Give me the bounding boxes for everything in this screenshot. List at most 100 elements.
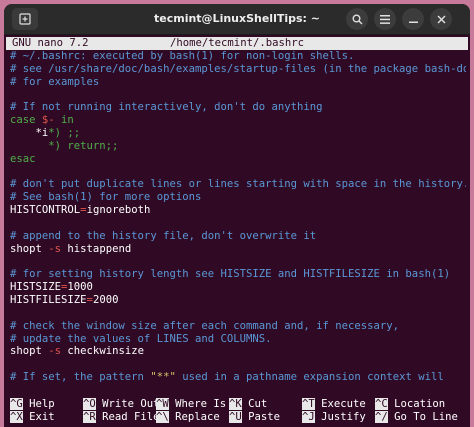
shortcut-key: ^/ [375,411,388,423]
shortcut-label: Exit [22,411,55,423]
shortcut-go-to-line[interactable]: ^/ Go To Line [375,411,458,424]
code-token: * [10,127,42,140]
code-token: used in a pathname expansion context wil… [175,371,444,384]
code-token: HISTSIZE [10,281,62,294]
editor-line: HISTCONTROL=ignoreboth [10,204,466,217]
shortcut-exit[interactable]: ^X Exit [10,411,55,424]
shortcut-replace[interactable]: ^\ Replace [156,411,220,424]
terminal-area[interactable]: GNU nano 7.2 /home/tecmint/.bashrc # ~/.… [4,35,470,427]
close-button[interactable] [430,8,452,30]
shortcut-label: Location [387,398,446,410]
shortcut-justify[interactable]: ^J Justify [302,411,366,424]
shortcut-key: ^\ [156,411,169,423]
code-token: "**" [150,371,176,384]
code-token: shopt [10,345,49,358]
shortcut-bar: ^G Help ^O Write Out ^W Where Is ^K Cut ^T E… [10,398,470,424]
hamburger-menu-icon [380,14,390,24]
code-token: -s [48,242,62,255]
code-token: esac [10,152,36,165]
code-token: # see /usr/share/doc/bash/examples/start… [10,62,466,75]
minimize-icon [408,21,418,23]
shortcut-label: Read File [95,411,160,423]
menu-button[interactable] [374,8,396,30]
shortcut-help[interactable]: ^G Help [10,398,55,411]
code-token: case [10,114,42,127]
shortcut-location[interactable]: ^C Location [375,398,445,411]
code-token: # If set, the pattern [10,371,151,384]
shortcut-key: ^O [83,398,96,410]
editor-line: HISTSIZE=1000 [10,281,466,294]
title-bar: tecmint@LinuxShellTips: ~ [4,4,470,35]
code-token: # See bash(1) for more options [10,191,202,204]
search-button[interactable] [346,8,368,30]
shortcut-label: Replace [168,411,220,423]
file-path: /home/tecmint/.bashrc [170,37,304,49]
shortcut-paste[interactable]: ^U Paste [229,411,280,424]
code-token: checkwinsize [61,345,144,358]
shortcut-label: Paste [241,411,281,423]
shortcut-key: ^X [10,411,23,423]
shortcut-where-is[interactable]: ^W Where Is [156,398,226,411]
code-token: *) return;; [10,139,119,152]
minimize-button[interactable] [402,8,424,30]
editor-line: *i*) ;; [10,127,466,140]
shortcut-cut[interactable]: ^K Cut [229,398,267,411]
shortcut-key: ^U [229,411,242,423]
code-token: # update the values of LINES and COLUMNS… [10,332,272,345]
shortcut-label: Write Out [95,398,160,410]
editor-line: # see /usr/share/doc/bash/examples/start… [10,63,466,76]
code-token: 2000 [92,294,119,307]
close-icon [437,15,445,23]
code-token: # ~/.bashrc: executed by bash(1) for non… [10,50,355,62]
editor-line: shopt -s checkwinsize [10,345,466,358]
terminal-window: tecmint@LinuxShellTips: ~ GNU nano 7.2 /… [4,4,470,427]
editor-line: case $- in [10,114,466,127]
shortcut-label: Go To Line [387,411,458,423]
shortcut-key: ^C [375,398,388,410]
nano-header-bar: GNU nano 7.2 /home/tecmint/.bashrc [6,37,468,50]
shortcut-key: ^W [156,398,169,410]
editor-line: # append to the history file, don't over… [10,230,466,243]
code-token: histappend [61,242,132,255]
shortcut-row: ^X Exit ^R Read File ^\ Replace ^U Paste ^J … [10,411,470,424]
editor-buffer[interactable]: # ~/.bashrc: executed by bash(1) for non… [10,50,466,384]
shortcut-key: ^K [229,398,242,410]
code-token: # check the window size after each comma… [10,319,400,332]
editor-line: # If set, the pattern "**" used in a pat… [10,371,466,384]
editor-line: # for setting history length see HISTSIZ… [10,268,466,281]
code-token: HISTCONTROL [10,204,81,217]
shortcut-label: Cut [241,398,268,410]
editor-line: shopt -s histappend [10,243,466,256]
code-token: shopt [10,242,49,255]
window-title: tecmint@LinuxShellTips: ~ [154,12,320,25]
code-token: -s [48,345,62,358]
code-token: # for examples [10,75,100,88]
editor-line: # check the window size after each comma… [10,320,466,333]
shortcut-write-out[interactable]: ^O Write Out [83,398,160,411]
code-token: # append to the history file, don't over… [10,229,317,242]
shortcut-key: ^R [83,411,96,423]
shortcut-key: ^T [302,398,315,410]
code-token: # don't put duplicate lines or lines sta… [10,178,466,191]
editor-line: # for examples [10,76,466,89]
editor-line: # See bash(1) for more options [10,191,466,204]
search-icon [352,14,362,24]
code-token: # If not running interactively, don't do… [10,101,323,114]
shortcut-execute[interactable]: ^T Execute [302,398,366,411]
code-token: 1000 [67,281,93,294]
shortcut-read-file[interactable]: ^R Read File [83,411,160,424]
shortcut-row: ^G Help ^O Write Out ^W Where Is ^K Cut ^T E… [10,398,470,411]
code-token: *) ;; [48,127,81,140]
code-token: # for setting history length see HISTSIZ… [10,268,451,281]
shortcut-label: Execute [314,398,366,410]
editor-line: esac [10,153,466,166]
editor-line: # If not running interactively, don't do… [10,101,466,114]
code-token: HISTFILESIZE [10,294,87,307]
code-token: in [54,114,74,127]
